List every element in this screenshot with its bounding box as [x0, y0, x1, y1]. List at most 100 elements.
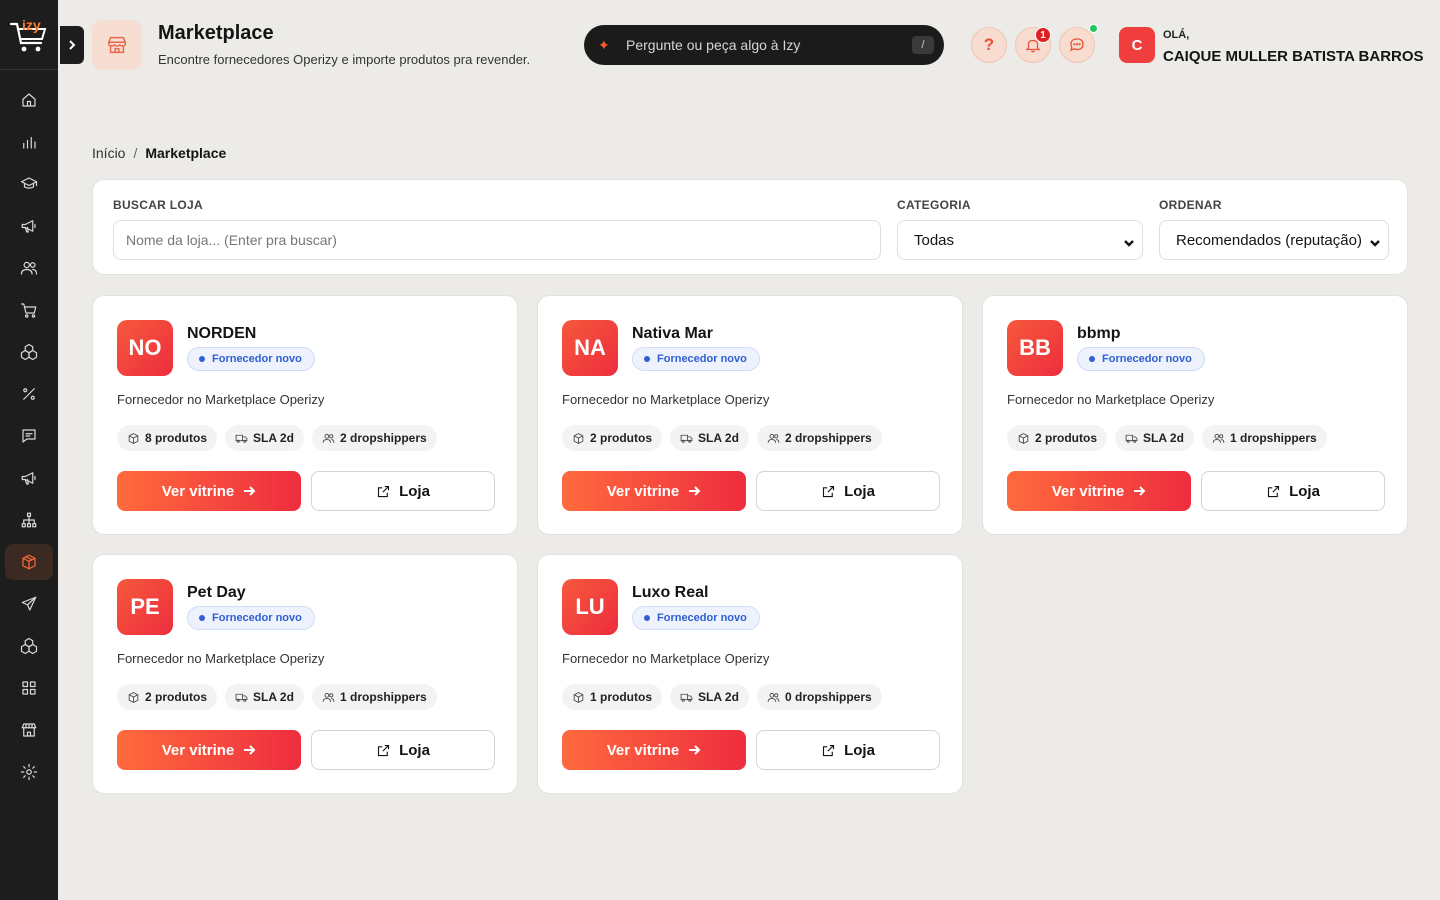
view-storefront-label: Ver vitrine: [1051, 482, 1125, 500]
category-select[interactable]: Todas: [897, 220, 1143, 260]
view-storefront-label: Ver vitrine: [606, 482, 680, 500]
products-chip: 2 produtos: [1007, 425, 1107, 451]
help-button[interactable]: ?: [971, 27, 1007, 63]
dropshippers-chip: 1 dropshippers: [312, 684, 437, 710]
dropshippers-chip: 1 dropshippers: [1202, 425, 1327, 451]
open-store-button[interactable]: Loja: [311, 471, 495, 511]
page-icon: [92, 20, 142, 70]
notification-count-badge: 1: [1035, 27, 1051, 43]
external-link-icon: [378, 485, 390, 497]
sla-value: SLA 2d: [698, 690, 739, 704]
users-icon: [322, 692, 335, 702]
products-count: 2 produtos: [1035, 431, 1097, 445]
chat-button[interactable]: [1059, 27, 1095, 63]
sidebar-item-network[interactable]: [5, 502, 53, 538]
sidebar-item-message-square[interactable]: [5, 418, 53, 454]
user-avatar[interactable]: C: [1119, 27, 1155, 63]
sidebar-item-home[interactable]: [5, 82, 53, 118]
sla-chip: SLA 2d: [225, 684, 304, 710]
open-store-button[interactable]: Loja: [1201, 471, 1385, 511]
box-icon: [573, 432, 584, 444]
dropshippers-chip: 2 dropshippers: [757, 425, 882, 451]
store-description: Fornecedor no Marketplace Operizy: [1007, 392, 1215, 407]
store-icon: [108, 36, 126, 54]
open-store-label: Loja: [844, 741, 875, 759]
store-card: NO NORDEN Fornecedor novo Fornecedor no …: [92, 295, 518, 535]
products-chip: 2 produtos: [117, 684, 217, 710]
store-initials-avatar: NA: [562, 320, 618, 376]
store-search-input[interactable]: [113, 220, 881, 260]
sidebar-item-graduation-cap[interactable]: [5, 166, 53, 202]
user-name[interactable]: CAIQUE MULLER BATISTA BARROS: [1163, 48, 1424, 65]
view-storefront-button[interactable]: Ver vitrine: [562, 730, 746, 770]
store-description: Fornecedor no Marketplace Operizy: [562, 392, 770, 407]
store-name: Pet Day: [187, 584, 246, 601]
truck-icon: [235, 434, 248, 443]
arrow-right-icon: [689, 745, 701, 755]
store-initials-avatar: BB: [1007, 320, 1063, 376]
order-select[interactable]: Recomendados (reputação): [1159, 220, 1389, 260]
view-storefront-button[interactable]: Ver vitrine: [562, 471, 746, 511]
sidebar: izy: [0, 0, 58, 900]
order-select-value: Recomendados (reputação): [1176, 231, 1362, 249]
sidebar-item-grid[interactable]: [5, 670, 53, 706]
percent-icon: [23, 388, 35, 400]
sidebar-item-settings[interactable]: [5, 754, 53, 790]
view-storefront-button[interactable]: Ver vitrine: [117, 471, 301, 511]
sidebar-item-boxes[interactable]: [5, 334, 53, 370]
package-icon: [22, 554, 36, 570]
users-icon: [767, 692, 780, 702]
new-supplier-badge: Fornecedor novo: [632, 347, 760, 371]
view-storefront-button[interactable]: Ver vitrine: [1007, 471, 1191, 511]
view-storefront-button[interactable]: Ver vitrine: [117, 730, 301, 770]
users-icon: [322, 433, 335, 443]
sidebar-item-cart[interactable]: [5, 292, 53, 328]
sidebar-item-users[interactable]: [5, 250, 53, 286]
grid-icon: [22, 681, 36, 695]
truck-icon: [235, 693, 248, 702]
sidebar-expand-button[interactable]: [60, 26, 84, 64]
products-chip: 8 produtos: [117, 425, 217, 451]
sidebar-item-send[interactable]: [5, 586, 53, 622]
dropshippers-count: 1 dropshippers: [1230, 431, 1317, 445]
open-store-button[interactable]: Loja: [756, 730, 940, 770]
store-card: LU Luxo Real Fornecedor novo Fornecedor …: [537, 554, 963, 794]
dropshippers-count: 1 dropshippers: [340, 690, 427, 704]
store-initials-avatar: PE: [117, 579, 173, 635]
store-icon: [21, 723, 37, 737]
chat-bubble-icon: [1070, 38, 1084, 52]
sidebar-item-megaphone[interactable]: [5, 460, 53, 496]
view-storefront-label: Ver vitrine: [161, 482, 235, 500]
sidebar-item-megaphone[interactable]: [5, 208, 53, 244]
home-icon: [22, 93, 36, 107]
shortcut-hint: /: [912, 36, 934, 54]
breadcrumb-separator: /: [133, 145, 138, 161]
truck-icon: [1125, 434, 1138, 443]
open-store-button[interactable]: Loja: [756, 471, 940, 511]
new-supplier-badge: Fornecedor novo: [632, 606, 760, 630]
sidebar-item-percent[interactable]: [5, 376, 53, 412]
breadcrumb-home-link[interactable]: Início: [92, 145, 125, 161]
arrow-right-icon: [1134, 486, 1146, 496]
sla-value: SLA 2d: [253, 431, 294, 445]
page-title: Marketplace: [158, 22, 274, 44]
ask-izy-input[interactable]: ✦ Pergunte ou peça algo à Izy /: [584, 25, 944, 65]
sidebar-item-boxes[interactable]: [5, 628, 53, 664]
box-icon: [1018, 432, 1029, 444]
dropshippers-count: 2 dropshippers: [340, 431, 427, 445]
view-storefront-label: Ver vitrine: [161, 741, 235, 759]
sla-value: SLA 2d: [698, 431, 739, 445]
sla-chip: SLA 2d: [670, 684, 749, 710]
search-label: BUSCAR LOJA: [113, 198, 203, 212]
new-supplier-badge: Fornecedor novo: [1077, 347, 1205, 371]
view-storefront-label: Ver vitrine: [606, 741, 680, 759]
new-supplier-badge: Fornecedor novo: [187, 347, 315, 371]
open-store-button[interactable]: Loja: [311, 730, 495, 770]
izy-logo[interactable]: izy: [0, 0, 58, 70]
dropshippers-count: 2 dropshippers: [785, 431, 872, 445]
sidebar-item-store[interactable]: [5, 712, 53, 748]
sla-value: SLA 2d: [1143, 431, 1184, 445]
ask-izy-placeholder: Pergunte ou peça algo à Izy: [626, 37, 801, 53]
sidebar-item-bar-chart[interactable]: [5, 124, 53, 160]
sidebar-item-package[interactable]: [5, 544, 53, 580]
